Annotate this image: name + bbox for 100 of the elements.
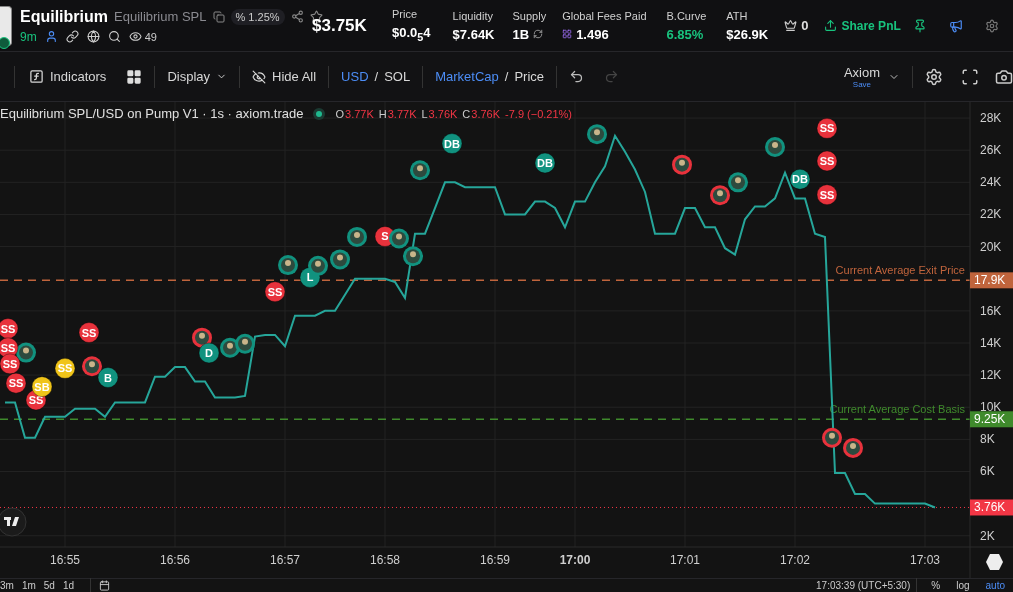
token-age: 9m [20, 29, 37, 44]
search-icon[interactable] [107, 30, 121, 43]
range-button[interactable]: 1d [62, 580, 83, 591]
trade-marker[interactable]: D [198, 342, 220, 364]
layout-name[interactable]: Axiom [843, 64, 880, 80]
undo-icon[interactable] [569, 69, 584, 84]
hide-all-button[interactable]: Hide All [252, 69, 317, 84]
avatar-icon[interactable] [235, 333, 255, 354]
toggle-separator: / [504, 69, 509, 84]
ohlc-value: 3.77K [387, 107, 417, 120]
refresh-icon [533, 29, 544, 39]
eye-icon [128, 30, 142, 43]
pin-icon[interactable] [912, 18, 927, 33]
ohlc-key: L [421, 107, 428, 120]
copy-icon[interactable] [212, 10, 225, 23]
avatar-icon[interactable] [82, 356, 102, 377]
axis-label: 16:55 [50, 553, 80, 567]
market-cap: $3.75K [312, 15, 368, 36]
crown-count: 0 [801, 18, 809, 33]
link-icon[interactable] [65, 30, 79, 43]
stat-value: 1.496 [576, 26, 609, 42]
axis-label: 24K [980, 175, 1002, 190]
save-link[interactable]: Save [852, 79, 872, 89]
price-change: -7.9 (−0.21%) [505, 107, 572, 120]
status-dot-icon [313, 107, 326, 120]
axis-label: 16:58 [370, 553, 400, 567]
unit-toggle[interactable]: USD [341, 69, 369, 84]
unit-toggle[interactable]: MarketCap [435, 69, 499, 84]
trade-marker[interactable]: SS [5, 372, 27, 394]
axis-label: 16:56 [160, 553, 190, 567]
stat-label: ATH [726, 9, 749, 22]
avatar-icon[interactable] [389, 228, 409, 249]
stat-label: Global Fees Paid [562, 9, 647, 22]
range-button[interactable]: 3m [0, 580, 22, 591]
ohlc-value: 3.76K [428, 107, 458, 120]
unit-toggle[interactable]: Price [514, 69, 544, 84]
avatar-icon[interactable] [672, 154, 692, 175]
token-name: Equilibrium [20, 7, 108, 26]
range-button[interactable]: 1m [21, 580, 44, 591]
user-icon[interactable] [44, 30, 58, 43]
stat-value: $7.64K [452, 26, 495, 42]
axis-label: 28K [980, 111, 1002, 126]
axis-label: 17:03 [910, 553, 940, 567]
trade-marker[interactable]: B [97, 367, 119, 388]
range-button[interactable]: 5d [43, 580, 63, 591]
share-icon[interactable] [290, 10, 304, 23]
display-button[interactable]: Display [167, 69, 227, 84]
scale-option[interactable]: auto [977, 580, 1013, 591]
trade-marker[interactable]: SS [0, 353, 21, 375]
avatar-icon[interactable] [822, 427, 842, 448]
scale-option[interactable]: % [923, 580, 949, 591]
globe-icon[interactable] [86, 30, 100, 43]
stat-label: B.Curve [666, 9, 707, 22]
camera-icon[interactable] [995, 67, 1013, 86]
stat-value: 1B [512, 26, 530, 42]
stat-label: Liquidity [452, 9, 494, 22]
token-full-name: Equilibrium SPL [114, 9, 207, 24]
scale-option[interactable]: log [948, 580, 978, 591]
share-pnl-button[interactable]: Share PnL [824, 18, 901, 33]
layout-grid-icon[interactable] [126, 68, 143, 85]
trade-marker[interactable]: SS [264, 281, 286, 303]
trade-marker[interactable]: SS [0, 318, 19, 339]
avatar-icon[interactable] [710, 185, 730, 206]
avatar-icon[interactable] [347, 226, 367, 247]
calendar-icon[interactable] [99, 580, 111, 591]
upload-icon [824, 19, 838, 32]
avatar-icon[interactable] [765, 137, 785, 157]
settings-icon[interactable] [925, 67, 943, 86]
unit-toggle[interactable]: SOL [384, 69, 411, 84]
avatar-icon[interactable] [278, 255, 298, 276]
avatar-icon[interactable] [843, 437, 863, 458]
trade-marker[interactable]: SS [816, 184, 838, 206]
axis-label: 6K [980, 464, 995, 479]
function-icon [29, 69, 44, 84]
ohlc-key: H [378, 107, 387, 120]
indicators-button[interactable]: Indicators [29, 69, 107, 84]
axis-label: 17:02 [780, 553, 810, 567]
trade-marker[interactable]: DB [534, 152, 556, 174]
chart-title: Equilibrium SPL/USD on Pump V1 · 1s · axiom.trade [0, 106, 304, 121]
stat-label: Price [392, 8, 419, 21]
trade-marker[interactable]: SS [816, 150, 838, 172]
avatar-icon[interactable] [330, 249, 350, 270]
axis-label: 17:01 [670, 553, 700, 567]
trade-marker[interactable]: SS [816, 117, 838, 139]
trade-marker[interactable]: DB [441, 133, 463, 155]
axis-label: 2K [980, 528, 995, 543]
axis-label: 20K [980, 239, 1002, 254]
watcher-count: 49 [144, 30, 157, 43]
megaphone-icon[interactable] [948, 18, 963, 33]
axis-label: 16:59 [480, 553, 510, 567]
axis-label: 8K [980, 432, 995, 447]
trade-marker[interactable]: DB [789, 168, 811, 190]
avatar-icon[interactable] [403, 246, 423, 267]
avatar-icon[interactable] [410, 160, 430, 181]
eye-off-icon [252, 69, 266, 84]
clock-text: 17:03:39 (UTC+5:30) [816, 580, 911, 591]
avatar-icon[interactable] [728, 172, 748, 193]
fullscreen-icon[interactable] [961, 67, 979, 86]
avatar-icon[interactable] [587, 124, 607, 145]
trade-marker[interactable]: SS [78, 322, 100, 344]
